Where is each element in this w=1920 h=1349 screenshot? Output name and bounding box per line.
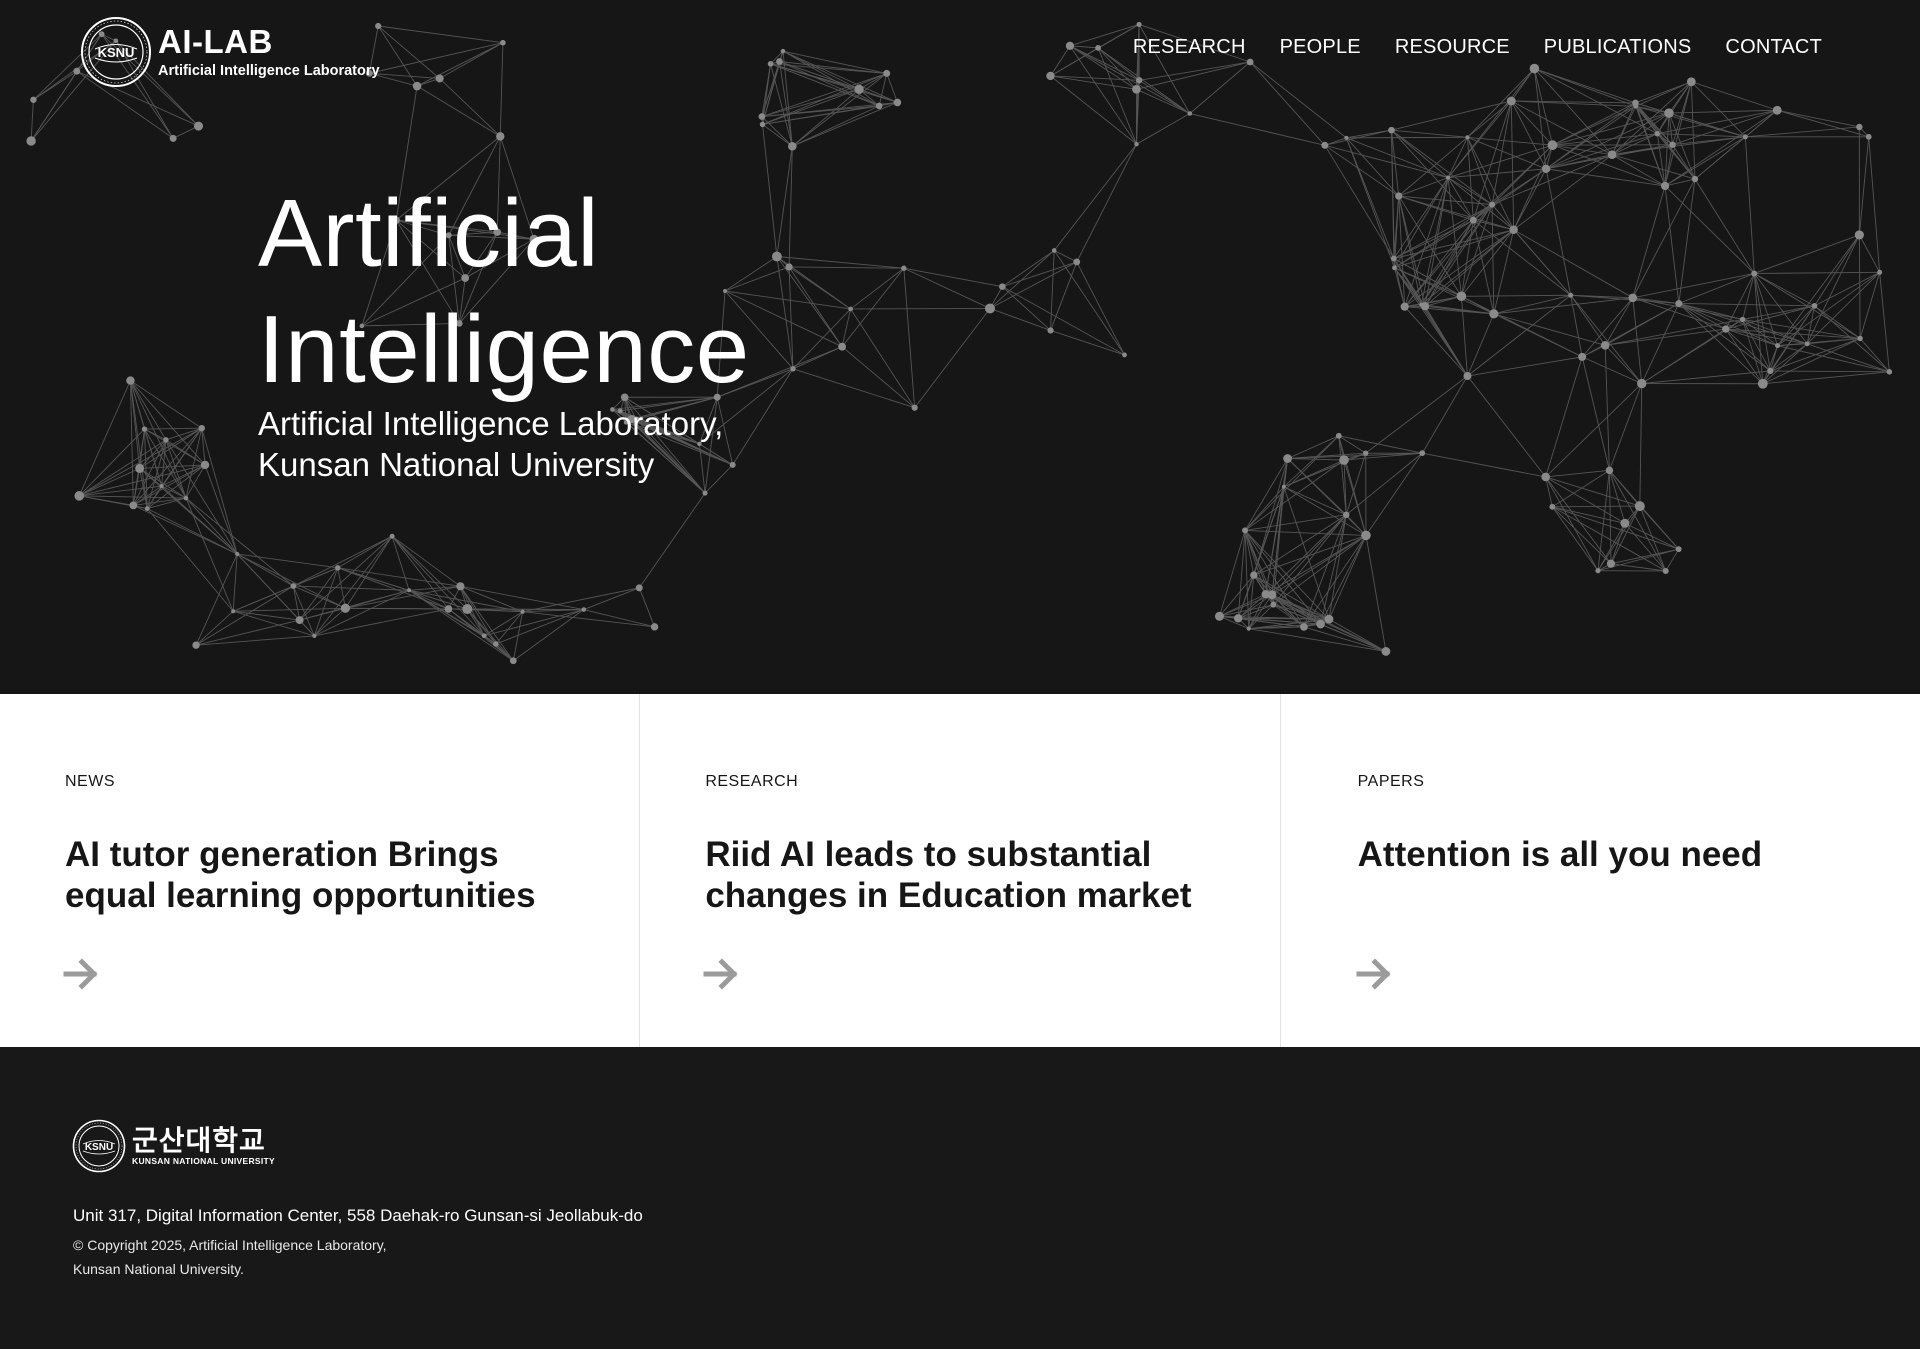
footer-address: Unit 317, Digital Information Center, 55…: [73, 1206, 643, 1225]
university-name-en: KUNSAN NATIONAL UNIVERSITY: [132, 1156, 276, 1166]
ksnu-seal-icon: KSNU: [81, 17, 151, 87]
hero-section: KSNU AI-LAB Artificial Intelligence Labo…: [0, 0, 1920, 694]
hero-title: Artificial Intelligence: [258, 180, 750, 403]
hero-subtitle: Artificial Intelligence Laboratory, Kuns…: [258, 405, 724, 483]
site-footer: KSNU 군산대학교 KUNSAN NATIONAL UNIVERSITY Un…: [0, 1047, 1920, 1349]
arrow-right-icon[interactable]: [1356, 956, 1392, 992]
svg-text:KSNU: KSNU: [98, 45, 135, 60]
logo-subtitle: Artificial Intelligence Laboratory: [158, 63, 380, 79]
site-logo[interactable]: KSNU AI-LAB Artificial Intelligence Labo…: [80, 16, 380, 88]
card-category: PAPERS: [1357, 773, 1425, 790]
card-title: Attention is all you need: [1357, 835, 1763, 874]
card-title: Riid AI leads to substantial changes in …: [705, 835, 1192, 915]
card-category: RESEARCH: [705, 773, 799, 790]
university-name-kr: 군산대학교: [132, 1125, 266, 1156]
nav-resource[interactable]: RESOURCE: [1395, 36, 1510, 59]
nav-research[interactable]: RESEARCH: [1133, 36, 1246, 59]
card-category: NEWS: [65, 773, 115, 790]
ksnu-seal-icon: KSNU: [72, 1119, 126, 1173]
footer-copyright: © Copyright 2025, Artificial Intelligenc…: [73, 1237, 387, 1277]
arrow-right-icon[interactable]: [703, 956, 739, 992]
nav-contact[interactable]: CONTACT: [1725, 36, 1822, 59]
card-title: AI tutor generation Brings equal learnin…: [65, 835, 536, 915]
university-logo[interactable]: KSNU 군산대학교 KUNSAN NATIONAL UNIVERSITY: [72, 1119, 275, 1173]
logo-title: AI-LAB: [158, 23, 273, 60]
card-news[interactable]: NEWS AI tutor generation Brings equal le…: [0, 694, 641, 1047]
card-papers[interactable]: PAPERS Attention is all you need: [1281, 694, 1920, 1047]
svg-text:KSNU: KSNU: [85, 1142, 113, 1153]
nav-people[interactable]: PEOPLE: [1280, 36, 1361, 59]
main-nav: RESEARCH PEOPLE RESOURCE PUBLICATIONS CO…: [1133, 36, 1822, 59]
card-research[interactable]: RESEARCH Riid AI leads to substantial ch…: [640, 694, 1281, 1047]
feature-cards: NEWS AI tutor generation Brings equal le…: [0, 694, 1920, 1047]
nav-publications[interactable]: PUBLICATIONS: [1544, 36, 1692, 59]
arrow-right-icon[interactable]: [63, 956, 99, 992]
